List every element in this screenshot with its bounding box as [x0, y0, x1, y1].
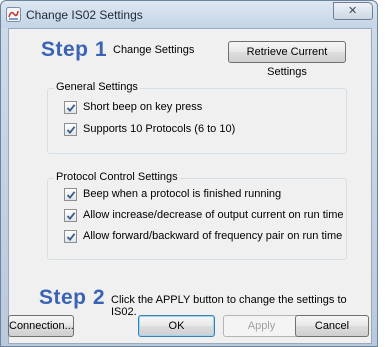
cancel-button[interactable]: Cancel — [295, 315, 369, 337]
apply-button[interactable]: Apply — [223, 315, 300, 337]
window-title: Change IS02 Settings — [26, 8, 143, 22]
checkbox-box[interactable] — [64, 188, 77, 201]
checkmark-icon — [66, 191, 76, 199]
protocol-control-title: Protocol Control Settings — [54, 171, 180, 183]
checkmark-icon — [66, 126, 76, 134]
retrieve-settings-button[interactable]: Retrieve Current Settings — [228, 41, 346, 78]
dialog-body: Step 1 Change Settings Retrieve Current … — [8, 28, 372, 344]
general-settings-title: General Settings — [54, 81, 140, 93]
checkbox-label: Allow forward/backward of frequency pair… — [83, 230, 343, 242]
checkmark-icon — [66, 104, 76, 112]
checkbox-output-current[interactable]: Allow increase/decrease of output curren… — [64, 209, 344, 223]
checkbox-frequency-pair[interactable]: Allow forward/backward of frequency pair… — [64, 230, 344, 244]
checkmark-icon — [66, 212, 76, 220]
dialog-window: Change IS02 Settings ✕ Step 1 Change Set… — [0, 0, 378, 347]
checkmark-icon — [66, 233, 76, 241]
checkbox-box[interactable] — [64, 209, 77, 222]
checkbox-box[interactable] — [64, 101, 77, 114]
checkbox-supports-10-protocols[interactable]: Supports 10 Protocols (6 to 10) — [64, 123, 324, 137]
checkbox-label: Allow increase/decrease of output curren… — [83, 209, 344, 221]
ok-button[interactable]: OK — [138, 315, 215, 337]
title-bar[interactable]: Change IS02 Settings ✕ — [1, 1, 377, 28]
step1-heading: Step 1 — [41, 38, 108, 61]
checkbox-box[interactable] — [64, 123, 77, 136]
checkbox-beep-protocol-finished[interactable]: Beep when a protocol is finished running — [64, 188, 344, 202]
step2-heading: Step 2 — [39, 286, 106, 309]
checkbox-label: Beep when a protocol is finished running — [83, 188, 282, 200]
checkbox-short-beep[interactable]: Short beep on key press — [64, 101, 324, 115]
close-icon: ✕ — [348, 4, 358, 17]
close-button[interactable]: ✕ — [333, 2, 373, 20]
checkbox-box[interactable] — [64, 230, 77, 243]
checkbox-label: Supports 10 Protocols (6 to 10) — [83, 123, 236, 135]
app-logo-icon — [6, 7, 21, 22]
connection-button[interactable]: Connection... — [8, 315, 74, 337]
step1-text: Change Settings — [113, 44, 195, 56]
checkbox-label: Short beep on key press — [83, 101, 203, 113]
general-settings-group — [47, 88, 347, 154]
